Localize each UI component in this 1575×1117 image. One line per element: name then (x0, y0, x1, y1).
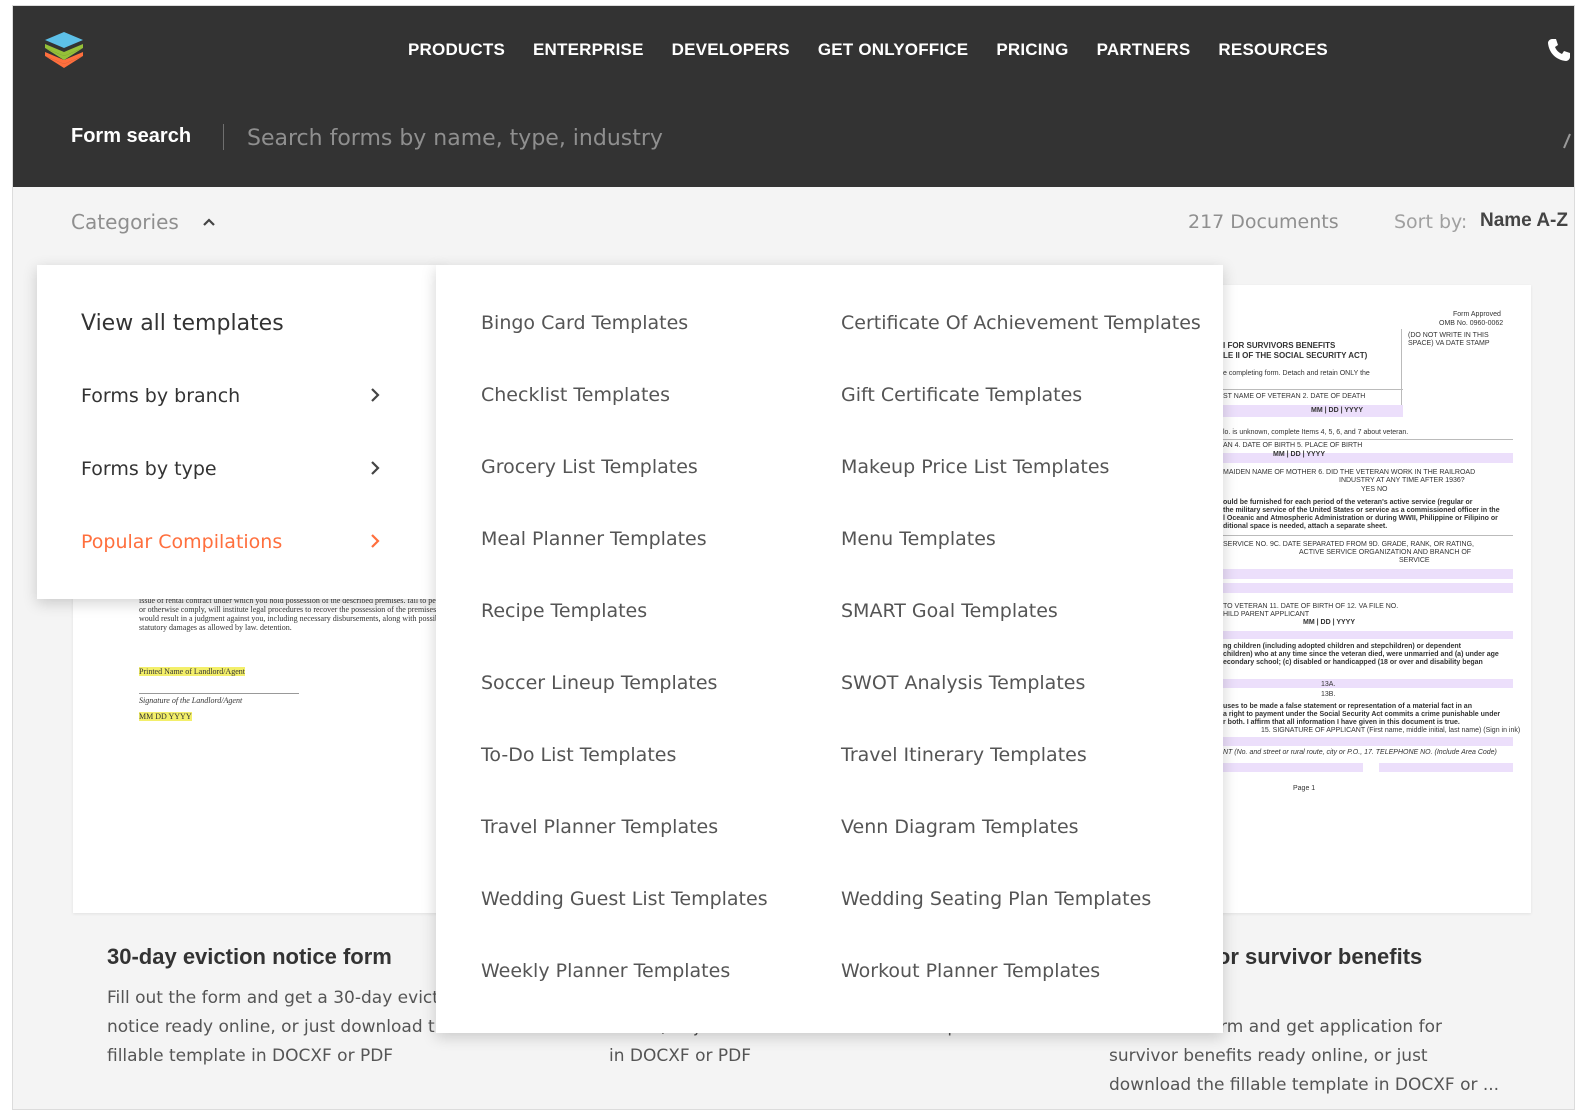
compilation-link[interactable]: Makeup Price List Templates (841, 456, 1109, 478)
compilation-link[interactable]: SWOT Analysis Templates (841, 672, 1085, 694)
compilation-link[interactable]: Travel Itinerary Templates (841, 744, 1087, 766)
card-desc-eviction: Fill out the form and get a 30-day evict… (107, 988, 456, 1066)
compilation-link[interactable]: Meal Planner Templates (481, 528, 707, 550)
nav-developers[interactable]: DEVELOPERS (672, 40, 790, 60)
compilation-link[interactable]: Soccer Lineup Templates (481, 672, 717, 694)
nav-enterprise[interactable]: ENTERPRISE (533, 40, 644, 60)
view-all-templates-link[interactable]: View all templates (81, 311, 284, 336)
compilation-link[interactable]: Bingo Card Templates (481, 312, 688, 334)
compilation-link[interactable]: Checklist Templates (481, 384, 670, 406)
nav-pricing[interactable]: PRICING (996, 40, 1068, 60)
compilation-link[interactable]: Grocery List Templates (481, 456, 698, 478)
nav-get-onlyoffice[interactable]: GET ONLYOFFICE (818, 40, 968, 60)
chevron-right-icon (371, 388, 380, 402)
card-title-survivor-benefits[interactable]: n for survivor benefits (1190, 944, 1422, 970)
site-header: PRODUCTS ENTERPRISE DEVELOPERS GET ONLYO… (13, 6, 1574, 187)
main-nav: PRODUCTS ENTERPRISE DEVELOPERS GET ONLYO… (408, 40, 1356, 60)
compilation-link[interactable]: Recipe Templates (481, 600, 647, 622)
chevron-up-icon (203, 218, 215, 226)
form-search-input[interactable] (247, 120, 1497, 156)
compilation-link[interactable]: To-Do List Templates (481, 744, 676, 766)
phone-icon[interactable] (1546, 37, 1572, 63)
chevron-right-icon (371, 534, 380, 548)
card-title-eviction[interactable]: 30-day eviction notice form (107, 944, 392, 970)
preview-body-text: issue of rental contract under which you… (139, 596, 453, 632)
preview-signature-label: Signature of the Landlord/Agent (139, 696, 243, 705)
categories-label: Categories (71, 210, 179, 234)
compilation-link[interactable]: Certificate Of Achievement Templates (841, 312, 1201, 334)
menu-item-forms-by-type[interactable]: Forms by type (81, 458, 217, 480)
compilation-link[interactable]: Menu Templates (841, 528, 996, 550)
compilation-link[interactable]: Wedding Guest List Templates (481, 888, 768, 910)
compilation-link[interactable]: Venn Diagram Templates (841, 816, 1079, 838)
nav-products[interactable]: PRODUCTS (408, 40, 505, 60)
sort-label: Sort by: (1394, 211, 1468, 233)
categories-menu: View all templates Forms by branch Forms… (37, 265, 441, 599)
browser-viewport: PRODUCTS ENTERPRISE DEVELOPERS GET ONLYO… (12, 5, 1575, 1110)
compilation-link[interactable]: Workout Planner Templates (841, 960, 1100, 982)
categories-toggle[interactable]: Categories (71, 210, 215, 234)
onlyoffice-logo-icon[interactable] (41, 30, 87, 74)
menu-item-forms-by-branch[interactable]: Forms by branch (81, 385, 240, 407)
popular-compilations-submenu: Bingo Card Templates Checklist Templates… (436, 265, 1223, 1033)
compilation-link[interactable]: Travel Planner Templates (481, 816, 718, 838)
search-icon[interactable] (1560, 132, 1574, 150)
document-count: 217 Documents (1188, 211, 1339, 233)
compilation-link[interactable]: Gift Certificate Templates (841, 384, 1082, 406)
compilation-link[interactable]: Wedding Seating Plan Templates (841, 888, 1151, 910)
compilation-link[interactable]: SMART Goal Templates (841, 600, 1058, 622)
menu-item-popular-compilations[interactable]: Popular Compilations (81, 531, 282, 553)
form-search-label: Form search (71, 125, 192, 147)
compilation-link[interactable]: Weekly Planner Templates (481, 960, 730, 982)
sort-select[interactable]: Name A-Z (1480, 210, 1568, 232)
preview-date-field: MM DD YYYY (139, 712, 192, 721)
nav-resources[interactable]: RESOURCES (1218, 40, 1328, 60)
nav-partners[interactable]: PARTNERS (1097, 40, 1191, 60)
signature-line (139, 693, 299, 694)
preview-printed-name: Printed Name of Landlord/Agent (139, 667, 245, 676)
chevron-right-icon (371, 461, 380, 475)
search-divider (223, 124, 224, 150)
